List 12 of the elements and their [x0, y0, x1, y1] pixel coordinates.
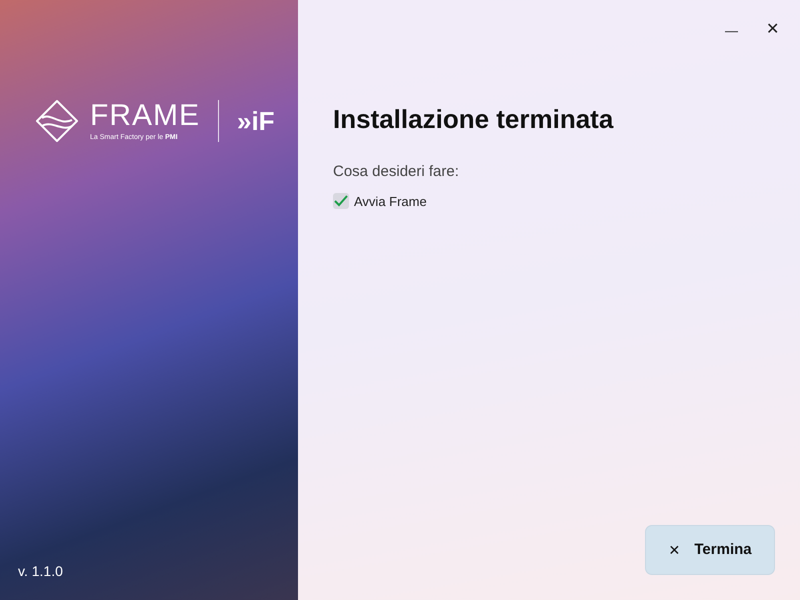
check-icon	[334, 195, 348, 208]
partner-logo: »iF	[237, 108, 275, 134]
logo-wordmark: FRAME	[90, 101, 200, 131]
checkbox[interactable]	[333, 193, 349, 210]
option-label: Avvia Frame	[354, 192, 427, 210]
prompt-text: Cosa desideri fare:	[333, 162, 460, 182]
page-title: Installazione terminata	[333, 103, 614, 136]
finish-button[interactable]: ✕ Termina	[645, 525, 775, 575]
logo-icon	[34, 98, 80, 144]
minimize-button[interactable]: —	[725, 22, 738, 38]
close-button[interactable]: ✕	[766, 22, 779, 38]
version-label: v. 1.1.0	[18, 562, 64, 581]
